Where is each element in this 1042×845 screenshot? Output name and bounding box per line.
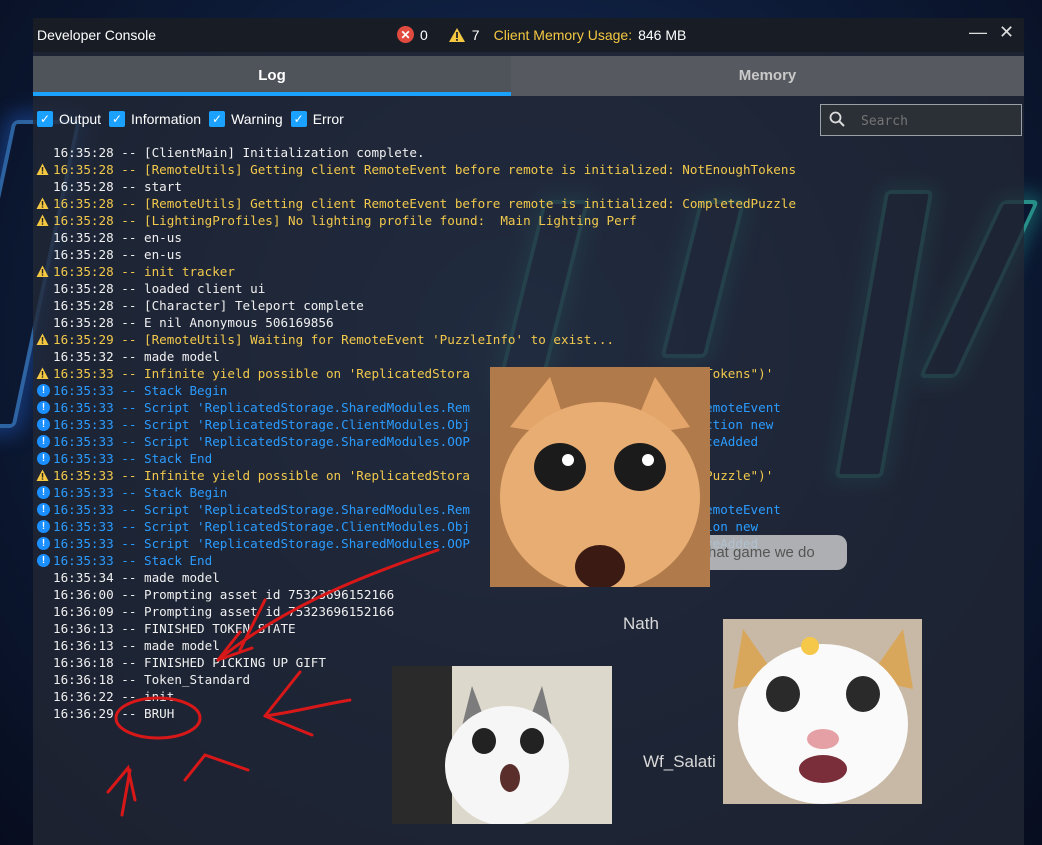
log-text: 16:35:32 -- made model <box>53 349 220 364</box>
log-text: 16:35:28 -- E nil Anonymous 506169856 <box>53 315 334 330</box>
log-text: 16:35:33 -- Stack Begin <box>53 383 228 398</box>
log-line: 16:35:28 -- start <box>33 178 796 195</box>
error-icon: ✕ <box>397 26 414 43</box>
filter-error[interactable]: ✓ Error <box>290 111 344 127</box>
tab-log[interactable]: Log <box>33 56 511 96</box>
log-text: 16:36:00 -- Prompting asset id 753236961… <box>53 587 395 602</box>
warning-icon <box>36 367 49 379</box>
info-icon: ! <box>37 520 50 533</box>
filter-label: Information <box>131 111 202 127</box>
log-line: 16:36:13 -- made model <box>33 637 796 654</box>
memory-value: 846 MB <box>638 26 687 43</box>
log-line: 16:35:28 -- [RemoteUtils] Getting client… <box>33 195 796 212</box>
log-line: 16:35:28 -- init tracker <box>33 263 796 280</box>
log-text: 16:36:13 -- made model <box>53 638 220 653</box>
search-box[interactable] <box>820 104 1022 136</box>
log-line: 16:35:28 -- [Character] Teleport complet… <box>33 297 796 314</box>
log-text: 16:35:34 -- made model <box>53 570 220 585</box>
filter-information[interactable]: ✓ Information <box>109 111 201 127</box>
close-icon[interactable]: ✕ <box>999 22 1014 43</box>
filter-warning[interactable]: ✓ Warning <box>209 111 283 127</box>
log-text: 16:35:33 -- Stack End <box>53 451 213 466</box>
log-text: 16:36:18 -- Token_Standard <box>53 672 251 687</box>
checkbox-icon[interactable]: ✓ <box>109 111 126 127</box>
console-titlebar[interactable]: Developer Console ✕ 0 7 Client Memory Us… <box>33 18 1024 52</box>
player-name: Wf_Salati <box>643 752 716 771</box>
console-title: Developer Console <box>37 27 157 43</box>
filter-label: Warning <box>231 111 283 127</box>
cat-image-scared <box>490 367 710 587</box>
search-icon <box>829 111 845 127</box>
player-name: Nath <box>623 614 659 633</box>
log-line: 16:35:28 -- en-us <box>33 246 796 263</box>
log-text: 16:35:33 -- Stack Begin <box>53 485 228 500</box>
warning-icon <box>36 197 49 209</box>
info-icon: ! <box>37 401 50 414</box>
search-input[interactable] <box>859 110 1013 132</box>
log-text: 16:35:28 -- [RemoteUtils] Getting client… <box>53 196 797 211</box>
warning-icon <box>448 27 465 42</box>
log-line: 16:36:13 -- FINISHED TOKEN STATE <box>33 620 796 637</box>
log-line: 16:35:28 -- en-us <box>33 229 796 246</box>
console-stats: ✕ 0 7 Client Memory Usage: 846 MB <box>397 26 686 43</box>
log-text: 16:35:28 -- init tracker <box>53 264 235 279</box>
active-tab-indicator <box>33 92 511 96</box>
info-icon: ! <box>37 384 50 397</box>
checkbox-icon[interactable]: ✓ <box>209 111 226 127</box>
log-text: 16:35:29 -- [RemoteUtils] Waiting for Re… <box>53 332 615 347</box>
filter-label: Output <box>59 111 102 127</box>
log-text: 16:36:29 -- BRUH <box>53 706 175 721</box>
log-text: 16:35:28 -- [ClientMain] Initialization … <box>53 145 425 160</box>
tab-memory[interactable]: Memory <box>511 56 1024 96</box>
info-icon: ! <box>37 418 50 431</box>
warning-icon <box>36 469 49 481</box>
info-icon: ! <box>37 435 50 448</box>
log-text: 16:35:28 -- [RemoteUtils] Getting client… <box>53 162 797 177</box>
log-text: 16:36:13 -- FINISHED TOKEN STATE <box>53 621 296 636</box>
info-icon: ! <box>37 537 50 550</box>
log-line: 16:35:28 -- [LightingProfiles] No lighti… <box>33 212 796 229</box>
cat-image-surprised <box>723 619 922 804</box>
log-text: 16:35:28 -- start <box>53 179 182 194</box>
log-text: 16:35:28 -- en-us <box>53 247 182 262</box>
console-tabs: Log Memory <box>33 56 1024 96</box>
log-text: 16:36:09 -- Prompting asset id 753236961… <box>53 604 395 619</box>
log-line: 16:35:28 -- [RemoteUtils] Getting client… <box>33 161 796 178</box>
log-line: 16:35:28 -- E nil Anonymous 506169856 <box>33 314 796 331</box>
log-text: 16:35:28 -- loaded client ui <box>53 281 266 296</box>
log-line: 16:35:28 -- loaded client ui <box>33 280 796 297</box>
log-line: 16:36:09 -- Prompting asset id 753236961… <box>33 603 796 620</box>
warning-icon <box>36 333 49 345</box>
log-text: 16:35:33 -- Stack End <box>53 553 213 568</box>
log-text: 16:35:28 -- [LightingProfiles] No lighti… <box>53 213 637 228</box>
log-line: 16:35:29 -- [RemoteUtils] Waiting for Re… <box>33 331 796 348</box>
log-text: 16:36:22 -- init <box>53 689 175 704</box>
log-text: 16:35:28 -- en-us <box>53 230 182 245</box>
log-text: 16:35:28 -- [Character] Teleport complet… <box>53 298 364 313</box>
info-icon: ! <box>37 486 50 499</box>
info-icon: ! <box>37 452 50 465</box>
log-filters: ✓ Output ✓ Information ✓ Warning ✓ Error <box>37 111 344 127</box>
log-line: 16:35:28 -- [ClientMain] Initialization … <box>33 144 796 161</box>
cat-image-shocked <box>392 666 612 824</box>
chat-bubble: hat game we do <box>690 535 847 570</box>
info-icon: ! <box>37 554 50 567</box>
filter-label: Error <box>312 111 344 127</box>
checkbox-icon[interactable]: ✓ <box>37 111 53 127</box>
warning-count: 7 <box>471 26 480 43</box>
error-count: 0 <box>420 26 428 43</box>
warning-icon <box>36 214 49 226</box>
filter-output[interactable]: ✓ Output <box>37 111 101 127</box>
log-text: 16:36:18 -- FINISHED PICKING UP GIFT <box>53 655 326 670</box>
info-icon: ! <box>37 503 50 516</box>
log-line: 16:36:00 -- Prompting asset id 753236961… <box>33 586 796 603</box>
warning-icon <box>36 265 49 277</box>
minimize-icon[interactable]: — <box>969 22 987 43</box>
log-line: 16:35:32 -- made model <box>33 348 796 365</box>
checkbox-icon[interactable]: ✓ <box>290 111 307 127</box>
memory-label: Client Memory Usage: <box>493 26 633 43</box>
warning-icon <box>36 163 49 175</box>
